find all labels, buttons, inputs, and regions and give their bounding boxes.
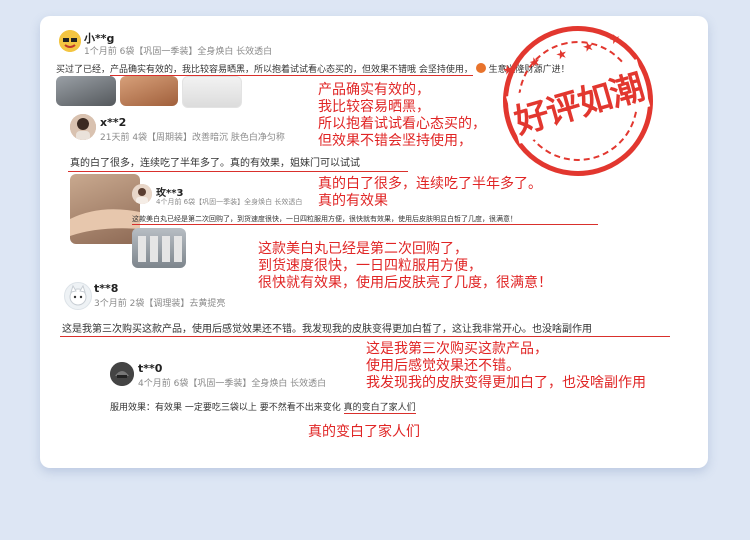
- annotation-2: 真的白了很多，连续吃了半年多了。 真的有效果: [318, 176, 542, 209]
- review-meta: 4个月前 6袋【巩固一季装】全身焕白 长效透白: [156, 198, 303, 206]
- cartoon-avatar-icon: [59, 30, 81, 52]
- cat-avatar-icon: [69, 284, 87, 306]
- review-text: 这是我第三次购买这款产品，使用后感觉效果还不错。我发现我的皮肤变得更加白皙了，这…: [62, 324, 592, 335]
- avatar[interactable]: [59, 30, 81, 52]
- person-avatar-icon: [70, 114, 96, 140]
- review-text-start: 买过了已经，: [56, 65, 111, 75]
- review-photo[interactable]: [120, 76, 178, 106]
- coin-icon: [475, 63, 486, 73]
- avatar[interactable]: [70, 114, 96, 140]
- review-text-highlight: 产品确实有效的，我比较容易晒黑，所以抱着试试看心态买的，但效果不错哦 会坚持使用…: [110, 65, 473, 76]
- review-text: 这款美白丸已经是第二次回购了，到货速度很快，一日四粒服用方便，很快就有效果，使用…: [132, 215, 517, 223]
- review-photo[interactable]: [70, 174, 140, 244]
- review-photo[interactable]: [132, 228, 186, 268]
- review-photo[interactable]: [56, 76, 116, 106]
- review-meta: 21天前 4袋【周期装】改善暗沉 肤色白净匀称: [100, 133, 285, 143]
- reviewer-name: t**0: [138, 362, 163, 375]
- annotation-4: 这是我第三次购买这款产品， 使用后感觉效果还不错。 我发现我的皮肤变得更加白了，…: [366, 341, 646, 391]
- review-text: 买过了已经，产品确实有效的，我比较容易晒黑，所以抱着试试看心态买的，但效果不错哦…: [56, 62, 570, 76]
- helmet-avatar-icon: [110, 362, 134, 386]
- annotation-1: 产品确实有效的， 我比较容易晒黑， 所以抱着试试看心态买的， 但效果不错会坚持使…: [318, 82, 486, 149]
- review-meta: 1个月前 6袋【巩固一季装】全身焕白 长效透白: [84, 47, 273, 57]
- arm-photo-icon: [70, 209, 140, 236]
- review-text: 真的白了很多，连续吃了半年多了。真的有效果，姐妹门可以试试: [70, 158, 360, 169]
- person-avatar-icon: [132, 184, 152, 204]
- avatar[interactable]: [64, 282, 92, 310]
- product-photo-icon: [138, 236, 182, 262]
- review-meta: 3个月前 2袋【调理装】去黄提亮: [94, 299, 226, 309]
- reviewer-name: t**8: [94, 282, 119, 295]
- underline: [60, 336, 670, 337]
- underline: [68, 171, 408, 172]
- avatar[interactable]: [132, 184, 152, 204]
- reviewer-name: x**2: [100, 116, 127, 129]
- review-meta: 4个月前 6袋【巩固一季装】全身焕白 长效透白: [138, 379, 327, 389]
- annotation-3: 这款美白丸已经是第二次回购了， 到货速度很快，一日四粒服用方便， 很快就有效果，…: [258, 241, 552, 291]
- review-photo[interactable]: [182, 76, 242, 108]
- annotation-5: 真的变白了家人们: [308, 424, 420, 440]
- avatar[interactable]: [110, 362, 134, 386]
- review-text: 服用效果：有效果 一定要吃三袋以上 要不然看不出来变化 真的变白了家人们: [110, 403, 416, 414]
- underline: [132, 224, 598, 225]
